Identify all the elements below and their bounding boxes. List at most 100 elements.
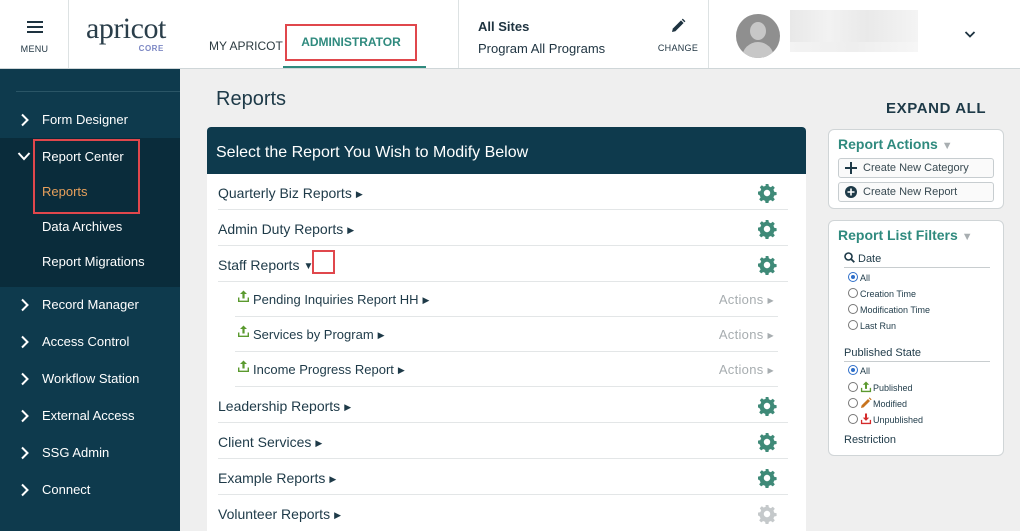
actions-menu[interactable]: Actions ▶	[719, 292, 774, 307]
actions-label: Actions	[718, 362, 764, 377]
sidebar-item-external-access[interactable]: External Access	[0, 400, 180, 430]
actions-menu[interactable]: Actions ▶	[719, 327, 774, 342]
gear-icon[interactable]	[757, 183, 777, 203]
published-upload-icon	[238, 360, 249, 372]
actions-menu[interactable]: Actions ▶	[719, 362, 774, 377]
apricot-logo[interactable]: apricot CORE	[86, 12, 166, 54]
radio-label: All	[860, 366, 871, 376]
published-upload-icon	[238, 325, 249, 337]
sidebar-item-label: Workflow Station	[42, 371, 140, 386]
sidebar-item-ssg-admin[interactable]: SSG Admin	[0, 437, 180, 467]
report-category-row[interactable]: Example Reports ▶	[218, 459, 788, 495]
sidebar-item-label: Record Manager	[42, 297, 139, 312]
radio-label: Modified	[873, 399, 908, 409]
filters-title[interactable]: Report List Filters ▼	[838, 227, 973, 243]
date-radio-last-run[interactable]: Last Run	[848, 320, 896, 331]
change-label: CHANGE	[657, 43, 699, 53]
category-name: Leadership Reports	[218, 398, 341, 414]
published-radio-modified[interactable]: Modified	[848, 397, 907, 409]
report-name: Pending Inquiries Report HH	[253, 292, 419, 307]
caret-right-icon: ▶	[355, 189, 363, 199]
active-tab-underline	[283, 66, 426, 68]
top-bar: MENU apricot CORE MY APRICOT ADMINISTRAT…	[0, 0, 1020, 69]
radio	[848, 288, 858, 298]
user-avatar-icon[interactable]	[736, 14, 780, 58]
caret-right-icon: ▶	[315, 438, 323, 448]
radio-label: Unpublished	[873, 415, 924, 425]
sidebar-subitem-data-archives[interactable]: Data Archives	[0, 211, 180, 241]
gear-icon[interactable]	[757, 432, 777, 452]
sidebar-item-access-control[interactable]: Access Control	[0, 326, 180, 356]
header-divider	[458, 0, 459, 68]
hamburger-icon	[27, 21, 43, 33]
report-row[interactable]: Pending Inquiries Report HH ▶ Actions ▶	[235, 282, 778, 317]
category-name: Quarterly Biz Reports	[218, 185, 352, 201]
report-category-row[interactable]: Admin Duty Reports ▶	[218, 210, 788, 246]
published-radio-unpublished[interactable]: Unpublished	[848, 413, 923, 425]
pencil-icon	[672, 18, 686, 32]
radio-label: Modification Time	[860, 305, 931, 315]
sidebar-item-label: Connect	[42, 482, 91, 497]
radio-label: Creation Time	[860, 289, 917, 299]
chevron-right-icon	[21, 446, 29, 460]
gear-icon[interactable]	[757, 396, 777, 416]
published-radio-all[interactable]: All	[848, 365, 870, 376]
expand-all-button[interactable]: EXPAND ALL	[886, 100, 986, 117]
pencil-icon	[861, 397, 872, 408]
report-panel: Select the Report You Wish to Modify Bel…	[207, 127, 806, 531]
sidebar-subitem-report-migrations[interactable]: Report Migrations	[0, 246, 180, 276]
report-actions-title[interactable]: Report Actions ▼	[838, 136, 953, 152]
published-upload-icon	[860, 381, 872, 393]
category-name: Volunteer Reports	[218, 506, 331, 522]
date-filter-heading: Date	[844, 252, 881, 265]
sidebar-subitem-label: Report Migrations	[42, 254, 145, 269]
chevron-down-icon	[17, 152, 31, 161]
report-category-row[interactable]: Quarterly Biz Reports ▶	[218, 174, 788, 210]
gear-icon[interactable]	[757, 219, 777, 239]
report-category-row-expanded[interactable]: Staff Reports ▼	[218, 246, 788, 282]
report-row[interactable]: Income Progress Report ▶ Actions ▶	[235, 352, 778, 387]
published-state-heading: Published State	[844, 347, 922, 359]
user-name-redacted	[790, 10, 918, 42]
date-radio-all[interactable]: All	[848, 272, 870, 283]
plus-circle-icon	[845, 186, 857, 198]
sidebar-item-connect[interactable]: Connect	[0, 474, 180, 504]
chevron-down-icon[interactable]	[964, 28, 976, 40]
create-category-label: Create New Category	[863, 162, 969, 174]
report-row[interactable]: Services by Program ▶ Actions ▶	[235, 317, 778, 352]
create-category-button[interactable]: Create New Category	[838, 158, 994, 178]
gear-icon[interactable]	[757, 255, 777, 275]
create-report-button[interactable]: Create New Report	[838, 182, 994, 202]
change-button[interactable]: CHANGE	[656, 18, 700, 53]
chevron-right-icon	[21, 113, 29, 127]
chevron-right-icon	[21, 372, 29, 386]
site-title: All Sites	[478, 19, 530, 34]
sidebar-item-record-manager[interactable]: Record Manager	[0, 289, 180, 319]
radio	[848, 414, 858, 424]
radio-label: All	[860, 273, 871, 283]
report-category-row[interactable]: Leadership Reports ▶	[218, 387, 788, 423]
menu-button[interactable]: MENU	[0, 0, 69, 68]
gear-icon[interactable]	[757, 468, 777, 488]
sidebar-item-label: SSG Admin	[42, 445, 110, 460]
actions-label: Actions	[718, 327, 764, 342]
published-radio-published[interactable]: Published	[848, 381, 913, 393]
plus-icon	[845, 162, 857, 174]
date-radio-creation-time[interactable]: Creation Time	[848, 288, 916, 299]
nav-my-apricot[interactable]: MY APRICOT	[209, 39, 283, 53]
caret-down-icon: ▼	[941, 140, 953, 152]
report-category-row[interactable]: Client Services ▶	[218, 423, 788, 459]
filter-divider	[844, 267, 990, 268]
site-program: Program All Programs	[478, 41, 606, 56]
nav-administrator[interactable]: ADMINISTRATOR	[285, 24, 417, 61]
logo-word: apricot	[86, 12, 166, 45]
actions-label: Actions	[718, 292, 764, 307]
gear-icon[interactable]	[757, 504, 777, 524]
radio-selected	[848, 272, 858, 282]
report-category-row[interactable]: Volunteer Reports ▶	[218, 495, 788, 531]
date-radio-modification-time[interactable]: Modification Time	[848, 304, 930, 315]
search-icon	[844, 252, 855, 263]
date-label: Date	[858, 253, 882, 265]
sidebar-item-workflow-station[interactable]: Workflow Station	[0, 363, 180, 393]
sidebar-item-form-designer[interactable]: Form Designer	[0, 104, 180, 134]
